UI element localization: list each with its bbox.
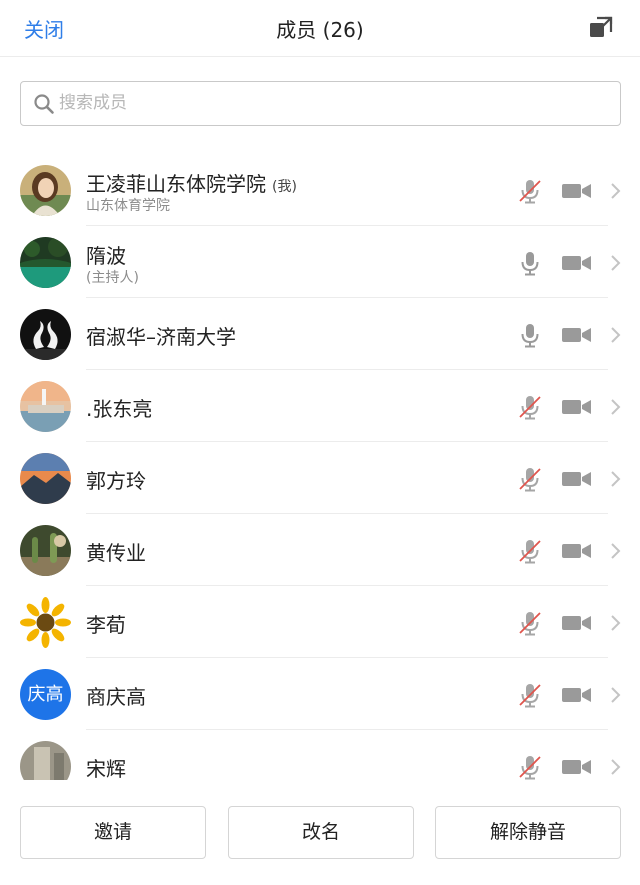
mic-icon[interactable]: [517, 250, 543, 276]
member-row[interactable]: 王凌菲山东体院学院 (我) 山东体育学院: [0, 154, 640, 226]
avatar: [20, 453, 71, 504]
member-row[interactable]: 庆高 商庆高: [0, 658, 640, 730]
invite-button[interactable]: 邀请: [20, 806, 206, 859]
camera-icon[interactable]: [562, 685, 592, 705]
chevron-right-icon[interactable]: [610, 614, 622, 632]
member-name: 李荀: [86, 613, 126, 637]
chevron-right-icon[interactable]: [610, 182, 622, 200]
mic-muted-icon[interactable]: [517, 394, 543, 420]
member-name-line: 王凌菲山东体院学院 (我): [86, 168, 297, 197]
footer-bar: 邀请 改名 解除静音: [0, 780, 640, 885]
member-name: 商庆高: [86, 685, 146, 709]
camera-icon[interactable]: [562, 325, 592, 345]
member-name: 宿淑华–济南大学: [86, 325, 236, 349]
chevron-right-icon[interactable]: [610, 686, 622, 704]
mic-muted-icon[interactable]: [517, 466, 543, 492]
member-name-line: 隋波: [86, 240, 126, 269]
rename-button[interactable]: 改名: [228, 806, 414, 859]
member-name: 郭方玲: [86, 469, 146, 493]
member-name: 隋波: [86, 244, 126, 268]
mic-muted-icon[interactable]: [517, 538, 543, 564]
member-subtitle: (主持人): [86, 270, 139, 286]
avatar-text: 庆高: [27, 684, 64, 705]
mic-muted-icon[interactable]: [517, 754, 543, 780]
search-icon: [33, 93, 55, 115]
mic-muted-icon[interactable]: [517, 682, 543, 708]
member-subtitle: 山东体育学院: [86, 198, 170, 214]
camera-icon[interactable]: [562, 757, 592, 777]
member-row[interactable]: 黄传业: [0, 514, 640, 586]
avatar: [20, 309, 71, 360]
chevron-right-icon[interactable]: [610, 398, 622, 416]
chevron-right-icon[interactable]: [610, 470, 622, 488]
camera-icon[interactable]: [562, 469, 592, 489]
member-row[interactable]: 宋辉: [0, 730, 640, 780]
mic-muted-icon[interactable]: [517, 610, 543, 636]
chevron-right-icon[interactable]: [610, 326, 622, 344]
header-bar: 关闭 成员 (26): [0, 0, 640, 57]
member-name: .张东亮: [86, 397, 153, 421]
member-name: 王凌菲山东体院学院: [86, 172, 266, 196]
member-list: 王凌菲山东体院学院 (我) 山东体育学院 隋波 (主持人) 宿淑华–济南大学 .…: [0, 154, 640, 780]
member-name-line: 李荀: [86, 609, 126, 638]
member-name-line: 黄传业: [86, 537, 146, 566]
chevron-right-icon[interactable]: [610, 254, 622, 272]
self-tag: (我): [272, 179, 297, 195]
member-row[interactable]: 隋波 (主持人): [0, 226, 640, 298]
avatar: [20, 741, 71, 780]
avatar: [20, 597, 71, 648]
member-row[interactable]: .张东亮: [0, 370, 640, 442]
expand-icon[interactable]: [586, 13, 616, 43]
member-row[interactable]: 郭方玲: [0, 442, 640, 514]
member-name-line: 宋辉: [86, 753, 126, 780]
mic-icon[interactable]: [517, 322, 543, 348]
member-name-line: 郭方玲: [86, 465, 146, 494]
member-row[interactable]: 李荀: [0, 586, 640, 658]
camera-icon[interactable]: [562, 541, 592, 561]
avatar: [20, 525, 71, 576]
member-name: 黄传业: [86, 541, 146, 565]
chevron-right-icon[interactable]: [610, 542, 622, 560]
member-row[interactable]: 宿淑华–济南大学: [0, 298, 640, 370]
camera-icon[interactable]: [562, 397, 592, 417]
avatar: 庆高: [20, 669, 71, 720]
avatar: [20, 237, 71, 288]
search-box: [20, 81, 621, 126]
member-name: 宋辉: [86, 757, 126, 780]
member-name-line: 宿淑华–济南大学: [86, 321, 236, 350]
unmute-button[interactable]: 解除静音: [435, 806, 621, 859]
camera-icon[interactable]: [562, 613, 592, 633]
camera-icon[interactable]: [562, 181, 592, 201]
mic-muted-icon[interactable]: [517, 178, 543, 204]
camera-icon[interactable]: [562, 253, 592, 273]
avatar: [20, 165, 71, 216]
member-name-line: 商庆高: [86, 681, 146, 710]
avatar: [20, 381, 71, 432]
chevron-right-icon[interactable]: [610, 758, 622, 776]
member-name-line: .张东亮: [86, 393, 152, 422]
page-title: 成员 (26): [276, 18, 364, 42]
search-input[interactable]: [59, 88, 599, 118]
